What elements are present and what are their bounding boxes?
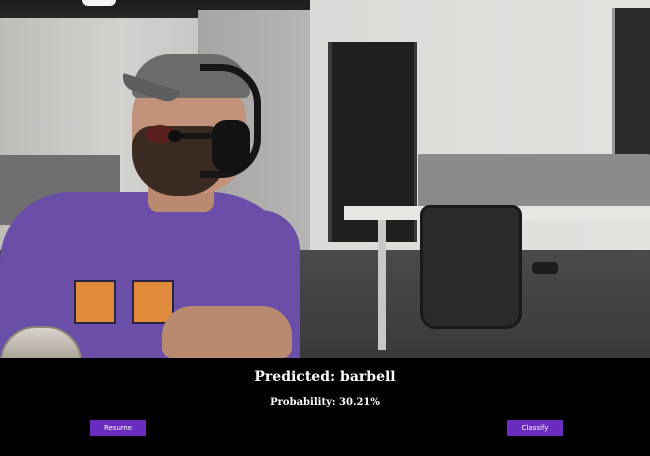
prediction-label: Predicted: barbell	[254, 369, 396, 385]
right-door	[612, 8, 650, 158]
office-chair	[420, 205, 522, 329]
shirt-print	[74, 280, 174, 326]
person-hand	[162, 306, 292, 358]
headset-earcup	[212, 120, 250, 172]
desk-leg	[378, 220, 386, 350]
right-partition	[418, 154, 650, 210]
probability-label: Probability: 30.21%	[270, 397, 380, 408]
headset-mic	[168, 130, 182, 142]
webcam-feed	[0, 0, 650, 358]
shirt-tile	[74, 280, 116, 324]
chair-arm	[532, 262, 558, 274]
resume-button[interactable]: Resume	[90, 420, 146, 436]
ceiling-light	[82, 0, 116, 6]
classifier-app: Predicted: barbell Probability: 30.21% R…	[0, 0, 650, 456]
classify-button[interactable]: Classify	[507, 420, 563, 436]
